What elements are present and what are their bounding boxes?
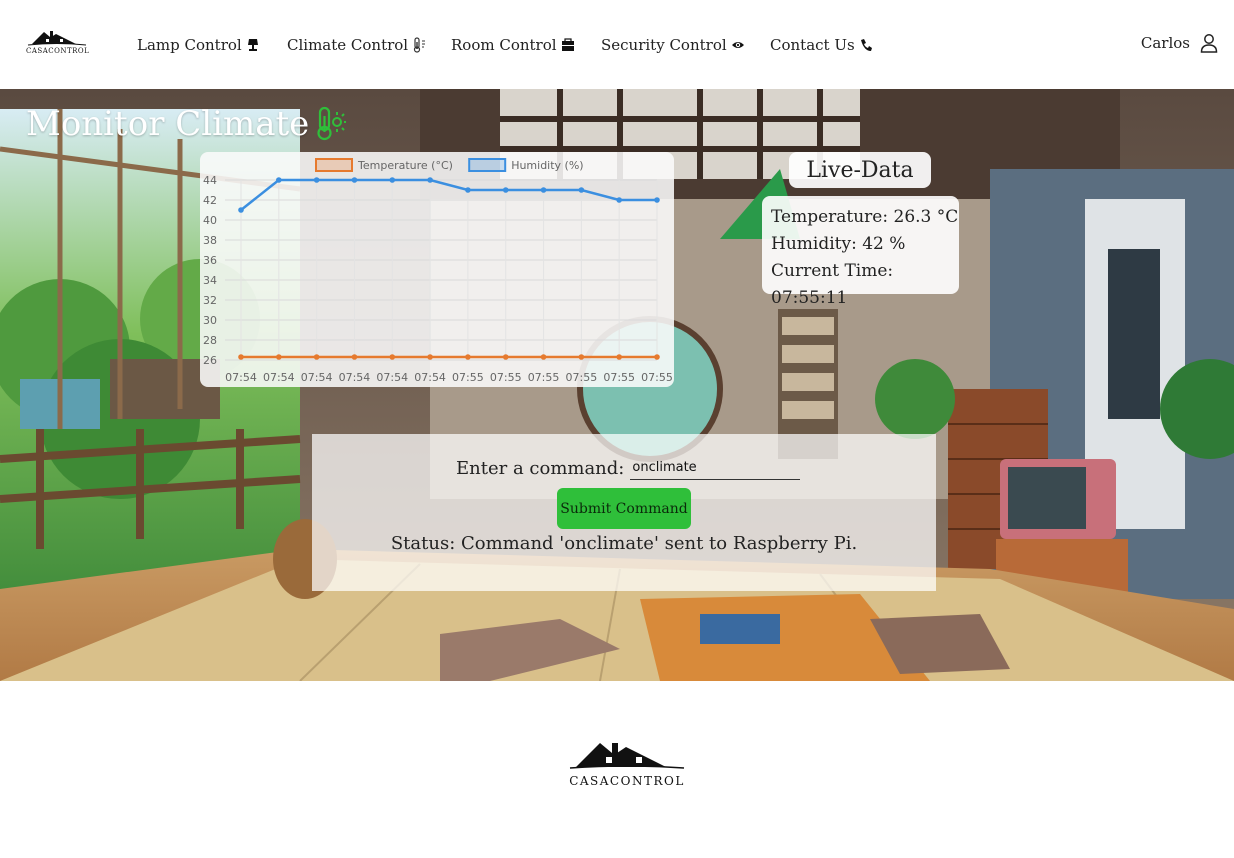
footer-brand-name: CASACONTROL <box>569 774 685 788</box>
data-point <box>313 177 320 183</box>
data-point <box>313 354 320 360</box>
data-point <box>427 177 433 183</box>
command-row: Enter a command: <box>456 456 801 480</box>
command-panel: Enter a command: Submit Command Status: … <box>312 434 936 591</box>
top-navbar: CASACONTROL Lamp Control Climate Control… <box>0 0 1234 89</box>
legend-label: Humidity (%) <box>511 159 583 172</box>
data-point <box>276 354 282 360</box>
x-tick-label: 07:55 <box>528 371 560 384</box>
y-tick-label: 42 <box>203 194 217 207</box>
data-point <box>502 187 509 193</box>
y-tick-label: 40 <box>203 214 217 227</box>
x-tick-label: 07:54 <box>263 371 295 384</box>
data-point <box>578 187 585 193</box>
y-tick-label: 28 <box>203 334 217 347</box>
data-point <box>540 187 547 193</box>
y-tick-label: 34 <box>203 274 217 287</box>
command-input[interactable] <box>630 456 801 480</box>
y-tick-label: 30 <box>203 314 217 327</box>
live-current-time: Current Time: 07:55:11 <box>771 261 894 308</box>
x-tick-label: 07:55 <box>603 371 635 384</box>
footer-logo[interactable]: CASACONTROL <box>566 737 688 793</box>
data-point <box>616 197 622 203</box>
thermometer-icon <box>414 37 426 53</box>
data-point <box>276 177 282 183</box>
x-tick-label: 07:55 <box>641 371 673 384</box>
live-temperature: Temperature: 26.3 °C <box>771 207 959 227</box>
data-point <box>540 354 547 360</box>
user-name: Carlos <box>1140 34 1190 52</box>
nav-lamp-control[interactable]: Lamp Control <box>137 34 260 56</box>
data-point <box>578 354 585 360</box>
nav-item-label: Contact Us <box>770 36 855 54</box>
live-data-title: Live-Data <box>789 152 931 188</box>
brand-logo[interactable]: CASACONTROL <box>26 26 90 56</box>
y-tick-label: 32 <box>203 294 217 307</box>
data-point <box>654 354 660 360</box>
data-point <box>465 187 471 193</box>
nav-item-label: Room Control <box>451 36 557 54</box>
data-point <box>616 354 622 360</box>
data-point <box>238 207 244 213</box>
nav-item-label: Lamp Control <box>137 36 242 54</box>
nav-climate-control[interactable]: Climate Control <box>287 34 426 56</box>
nav-room-control[interactable]: Room Control <box>451 34 575 56</box>
legend-swatch <box>468 158 507 172</box>
data-point <box>389 354 396 360</box>
data-point <box>654 197 660 203</box>
x-tick-label: 07:54 <box>414 371 446 384</box>
nav-security-control[interactable]: Security Control <box>601 34 745 56</box>
command-status: Status: Command 'onclimate' sent to Rasp… <box>390 533 858 554</box>
x-tick-label: 07:54 <box>339 371 371 384</box>
data-point <box>502 354 509 360</box>
command-label: Enter a command: <box>456 457 625 479</box>
phone-icon <box>860 39 872 51</box>
legend-label: Temperature (°C) <box>357 159 453 172</box>
data-point <box>427 354 433 360</box>
nav-item-label: Climate Control <box>287 36 409 54</box>
house-logo-icon <box>569 743 685 769</box>
page-title-text: Monitor Climate <box>26 104 310 144</box>
room-icon <box>561 38 574 51</box>
submit-command-button[interactable]: Submit Command <box>557 488 691 529</box>
thermometer-sun-icon <box>317 106 347 141</box>
live-data-panel: Temperature: 26.3 °C Humidity: 42 % Curr… <box>762 196 959 308</box>
x-tick-label: 07:55 <box>452 371 484 384</box>
lamp-icon <box>247 39 258 51</box>
data-point <box>238 354 244 360</box>
data-point <box>351 354 358 360</box>
legend-swatch <box>315 158 353 172</box>
house-logo-icon <box>27 31 87 46</box>
x-tick-label: 07:54 <box>376 371 408 384</box>
page-title: Monitor Climate <box>26 104 347 144</box>
x-tick-label: 07:55 <box>490 371 522 384</box>
data-point <box>351 177 358 183</box>
data-point <box>389 177 396 183</box>
brand-name: CASACONTROL <box>26 47 90 55</box>
nav-item-label: Security Control <box>601 36 727 54</box>
climate-chart: 26 28 30 32 34 36 38 40 42 44 07:54 07:54 07:54 07:54… <box>200 152 674 387</box>
y-tick-label: 44 <box>203 174 217 187</box>
user-menu[interactable]: Carlos <box>1141 33 1218 53</box>
x-tick-label: 07:54 <box>225 371 257 384</box>
climate-line-chart: 26 28 30 32 34 36 38 40 42 44 07:54 07:54 07:54 07:54… <box>203 158 673 384</box>
live-humidity: Humidity: 42 % <box>771 234 906 254</box>
y-tick-label: 26 <box>203 354 217 367</box>
y-tick-label: 38 <box>203 234 217 247</box>
x-tick-label: 07:55 <box>566 371 598 384</box>
series-line-1 <box>240 178 657 211</box>
x-tick-label: 07:54 <box>301 371 333 384</box>
nav-contact-us[interactable]: Contact Us <box>770 34 873 56</box>
user-icon <box>1200 34 1218 53</box>
data-point <box>465 354 471 360</box>
eye-icon <box>731 42 744 48</box>
y-tick-label: 36 <box>203 254 217 267</box>
